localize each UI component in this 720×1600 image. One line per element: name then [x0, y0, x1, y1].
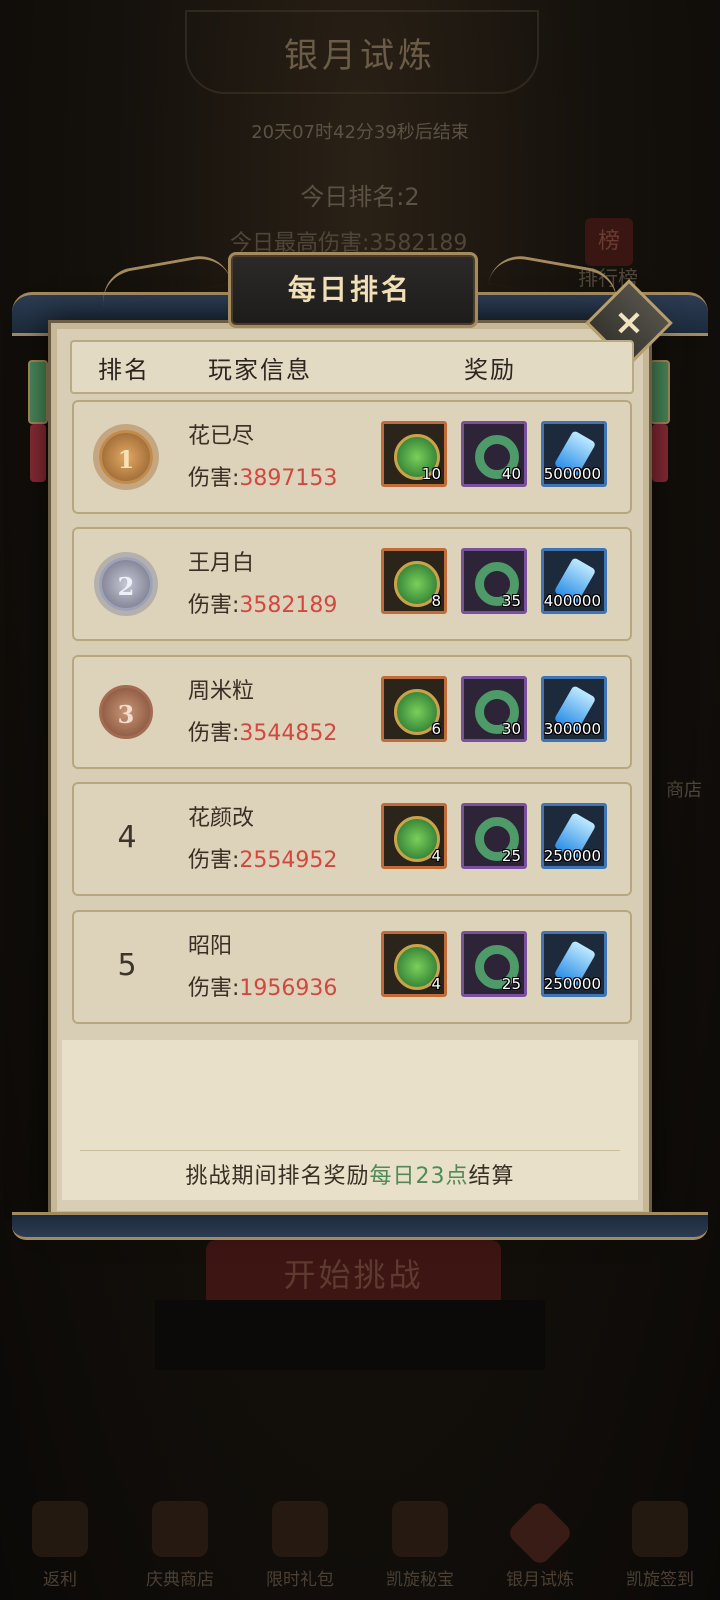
dialog-frame-bottom	[12, 1212, 708, 1240]
reward-count: 40	[501, 465, 521, 483]
reward-count: 4	[431, 975, 441, 993]
reward-count: 250000	[543, 847, 601, 865]
damage-text: 伤害:1956936	[188, 970, 337, 1002]
player-name: 周米粒	[188, 679, 255, 704]
damage-value: 3544852	[239, 721, 338, 746]
today-rank-text: 今日排名:2	[300, 183, 420, 211]
damage-text: 伤害:3897153	[188, 460, 337, 492]
reward-item[interactable]: 40	[461, 421, 527, 487]
reward-count: 4	[431, 847, 441, 865]
player-name: 花已尽	[188, 424, 255, 449]
tassel-left-icon	[28, 360, 48, 424]
settlement-note: 挑战期间排名奖励每日23点结算	[185, 1164, 515, 1189]
gift-icon	[272, 1501, 328, 1557]
rebate-icon	[32, 1501, 88, 1557]
damage-label: 伤害:	[188, 721, 240, 746]
rank-medal-bronze-icon: 3	[99, 685, 153, 739]
shop-icon	[152, 1501, 208, 1557]
signin-icon	[632, 1501, 688, 1557]
reward-count: 25	[501, 847, 521, 865]
reward-count: 250000	[543, 975, 601, 993]
nav-silver-moon-trial[interactable]: 银月试炼	[490, 1499, 590, 1590]
reward-item[interactable]: 10	[381, 421, 447, 487]
damage-value: 3582189	[239, 593, 338, 618]
header-player: 玩家信息	[208, 356, 312, 384]
damage-value: 2554952	[239, 848, 338, 873]
reward-count: 35	[501, 592, 521, 610]
reward-item[interactable]: 30	[461, 676, 527, 742]
reward-count: 8	[431, 592, 441, 610]
damage-value: 1956936	[239, 976, 338, 1001]
damage-text: 伤害:3544852	[188, 715, 337, 747]
nav-celebration-shop[interactable]: 庆典商店	[130, 1501, 230, 1590]
nav-triumph-signin[interactable]: 凯旋签到	[610, 1501, 710, 1590]
damage-label: 伤害:	[188, 593, 240, 618]
dialog-title: 每日排名	[287, 273, 412, 306]
damage-text: 伤害:3582189	[188, 587, 337, 619]
header-rank: 排名	[98, 356, 150, 384]
tassel-right-ribbon	[652, 424, 668, 482]
reward-count: 300000	[543, 720, 601, 738]
damage-text: 伤害:2554952	[188, 842, 337, 874]
reward-item[interactable]: 8	[381, 548, 447, 614]
table-header	[70, 340, 634, 394]
rank-number: 4	[117, 820, 137, 855]
reward-item[interactable]: 250000	[541, 803, 607, 869]
reward-count: 6	[431, 720, 441, 738]
page-title: 银月试炼	[284, 36, 436, 76]
book-icon	[392, 1501, 448, 1557]
rank-medal-silver-icon: 2	[99, 557, 153, 611]
reward-count: 500000	[543, 465, 601, 483]
reward-count: 400000	[543, 592, 601, 610]
damage-value: 3897153	[239, 466, 338, 491]
nav-rebate[interactable]: 返利	[10, 1501, 110, 1590]
reward-item[interactable]: 250000	[541, 931, 607, 997]
player-name: 王月白	[188, 551, 255, 576]
damage-label: 伤害:	[188, 976, 240, 1001]
reward-item[interactable]: 500000	[541, 421, 607, 487]
player-name: 花颜改	[188, 806, 255, 831]
reward-count: 30	[501, 720, 521, 738]
header-reward: 奖励	[464, 356, 516, 384]
reward-item[interactable]: 35	[461, 548, 527, 614]
reward-item[interactable]: 4	[381, 931, 447, 997]
divider	[80, 1150, 620, 1151]
player-name: 昭阳	[188, 934, 233, 959]
tassel-right-icon	[650, 360, 670, 424]
reward-count: 25	[501, 975, 521, 993]
reward-item[interactable]: 400000	[541, 548, 607, 614]
nav-triumph-treasure[interactable]: 凯旋秘宝	[370, 1501, 470, 1590]
bottom-nav: 返利 庆典商店 限时礼包 凯旋秘宝 银月试炼 凯旋签到	[0, 1450, 720, 1600]
countdown-text: 20天07时42分39秒后结束	[251, 122, 469, 143]
trial-icon	[506, 1499, 574, 1567]
reward-item[interactable]: 25	[461, 803, 527, 869]
ranking-icon[interactable]: 榜	[585, 218, 633, 266]
reward-item[interactable]: 4	[381, 803, 447, 869]
tassel-left-ribbon	[30, 424, 46, 482]
rank-medal-gold-icon: 1	[99, 430, 153, 484]
reward-count: 10	[421, 465, 441, 483]
damage-label: 伤害:	[188, 848, 240, 873]
shop-side-label[interactable]: 商店	[666, 776, 702, 802]
background-panel	[155, 1300, 545, 1370]
reward-item[interactable]: 25	[461, 931, 527, 997]
nav-limited-pack[interactable]: 限时礼包	[250, 1501, 350, 1590]
rank-number: 5	[117, 948, 137, 983]
reward-item[interactable]: 300000	[541, 676, 607, 742]
reward-item[interactable]: 6	[381, 676, 447, 742]
damage-label: 伤害:	[188, 466, 240, 491]
